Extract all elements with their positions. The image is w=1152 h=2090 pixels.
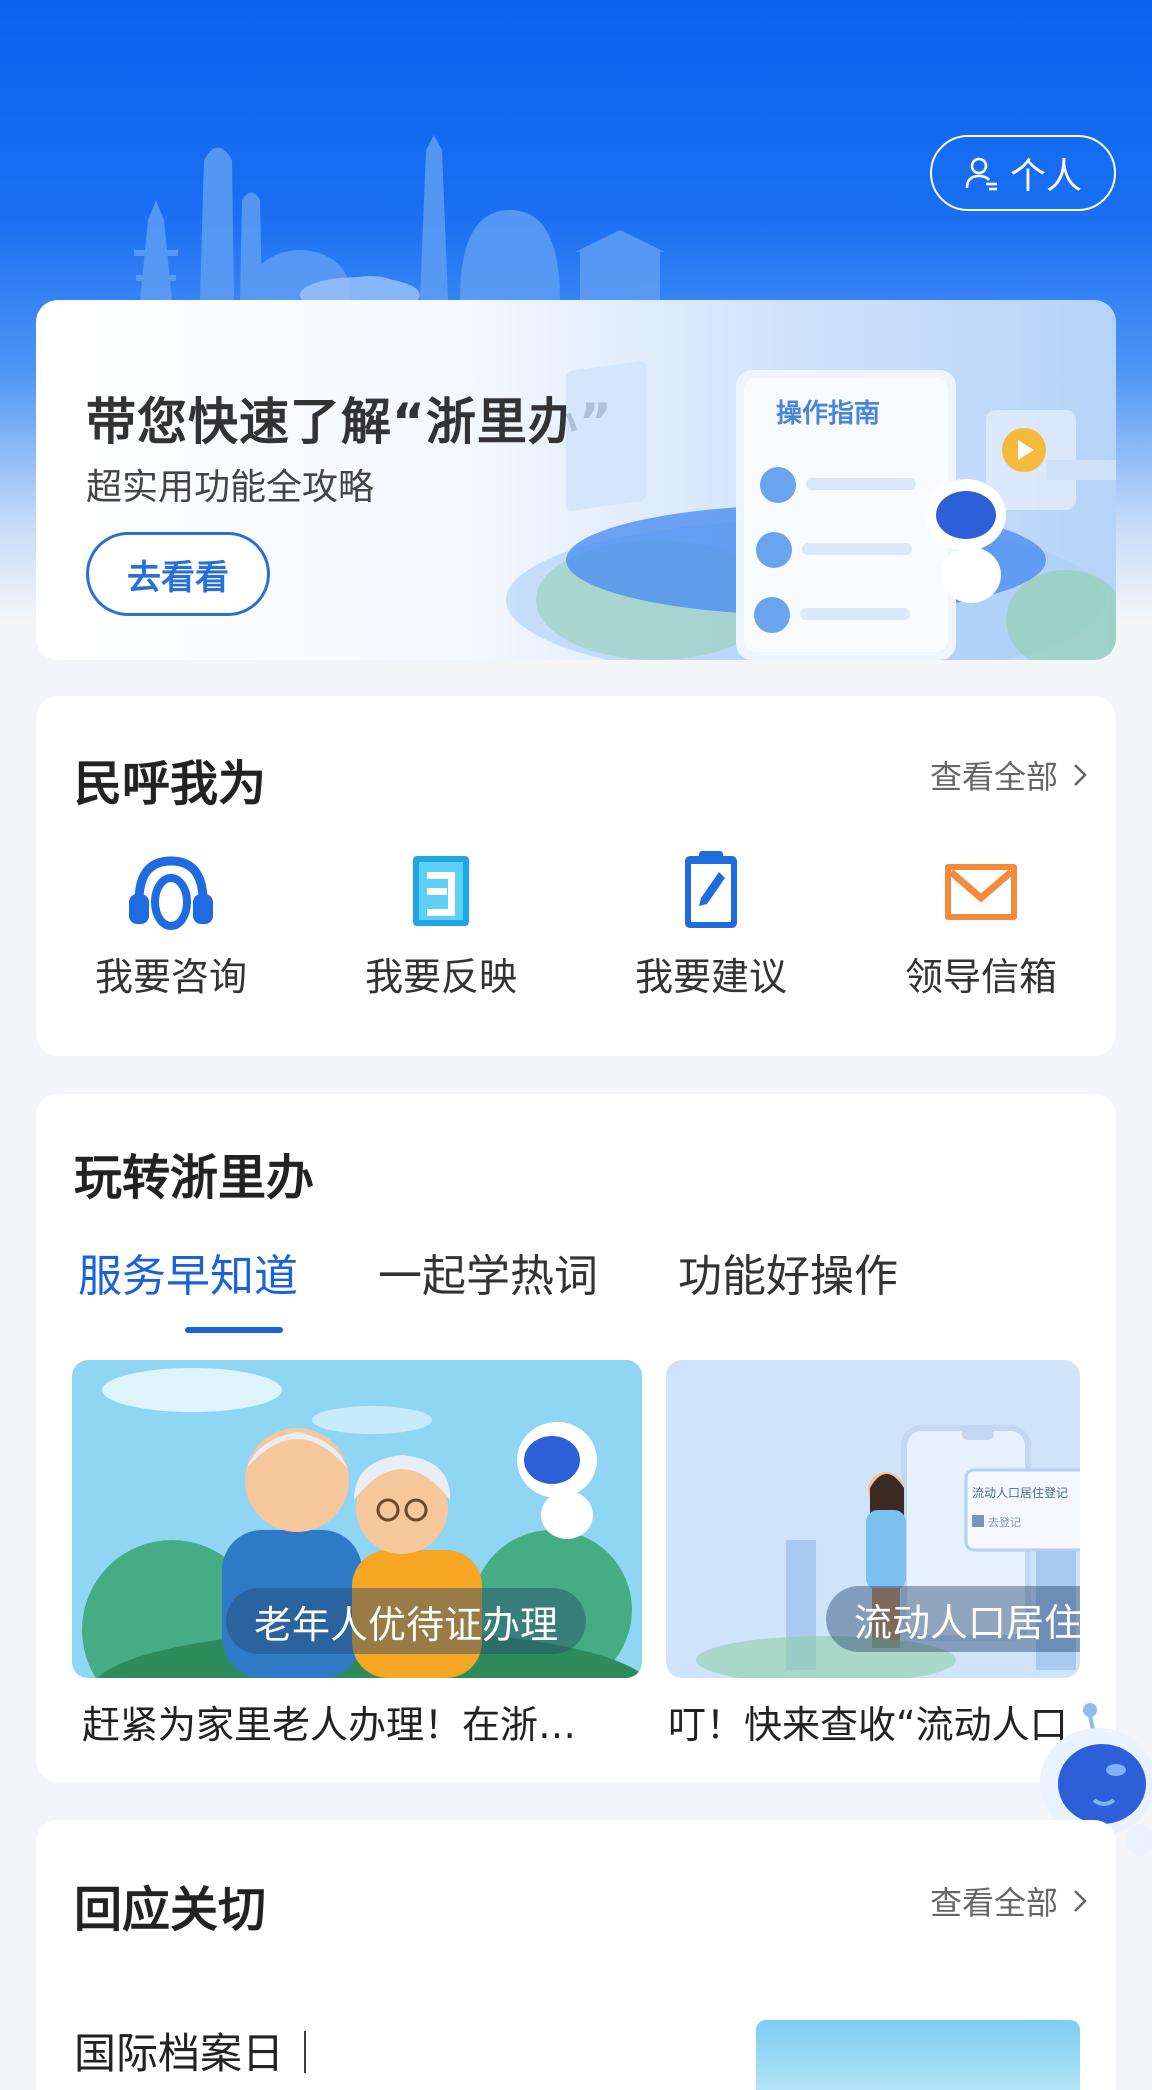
see-all-label: 查看全部 xyxy=(929,1884,1058,1922)
leader-mailbox-button[interactable]: 领导信箱 xyxy=(846,846,1116,1001)
guide-banner[interactable]: 带您快速了解“浙里办” 超实用功能全攻略 去看看 操作指南 xyxy=(36,300,1116,660)
report-button[interactable]: 我要反映 xyxy=(306,846,576,1001)
city-skyline-illustration xyxy=(134,135,665,300)
document-icon xyxy=(413,856,469,926)
minhu-title: 民呼我为 xyxy=(74,756,267,812)
suggest-label: 我要建议 xyxy=(634,955,787,999)
svg-text:操作指南: 操作指南 xyxy=(776,399,880,429)
headset-icon xyxy=(129,856,213,930)
response-title: 回应关切 xyxy=(74,1882,267,1938)
news-card-migrant-registration[interactable]: 流动人口居住登记 去登记 流动人口居住 xyxy=(666,1360,1080,1678)
response-item-thumbnail xyxy=(756,2020,1080,2090)
svg-text:流动人口居住登记: 流动人口居住登记 xyxy=(972,1485,1068,1500)
tab-service-preview[interactable]: 服务早知道 xyxy=(78,1240,298,1304)
news-desc: 叮！快来查收“流动人口 xyxy=(668,1703,1068,1747)
minhu-section: 民呼我为 查看全部 我要咨询 我要反映 我要建议 领导信箱 xyxy=(36,696,1116,1056)
suggest-button[interactable]: 我要建议 xyxy=(576,846,846,1001)
response-see-all-link[interactable]: 查看全部 xyxy=(930,1878,1088,1924)
mail-icon xyxy=(945,864,1017,920)
news-caption: 流动人口居住 xyxy=(826,1586,1080,1652)
play-title: 玩转浙里办 xyxy=(74,1150,315,1206)
consult-button[interactable]: 我要咨询 xyxy=(36,846,306,1001)
personal-label: 个人 xyxy=(1009,156,1082,197)
clipboard-pen-icon xyxy=(685,851,737,928)
user-icon xyxy=(965,157,997,191)
response-item-title[interactable]: 国际档案日｜ xyxy=(74,2020,326,2081)
minhu-see-all-link[interactable]: 查看全部 xyxy=(930,752,1088,798)
guide-illustration: 操作指南 xyxy=(506,361,1116,660)
active-tab-indicator xyxy=(185,1327,283,1333)
report-label: 我要反映 xyxy=(364,955,517,999)
news-caption: 老年人优待证办理 xyxy=(226,1588,587,1654)
leader-mailbox-label: 领导信箱 xyxy=(904,955,1057,999)
news-desc: 赶紧为家里老人办理！在浙… xyxy=(82,1703,577,1747)
see-all-label: 查看全部 xyxy=(929,758,1058,796)
guide-subtitle: 超实用功能全攻略 xyxy=(86,467,375,508)
consult-label: 我要咨询 xyxy=(94,955,247,999)
chevron-right-icon xyxy=(1074,764,1087,786)
tab-function-guide[interactable]: 功能好操作 xyxy=(678,1240,898,1304)
news-card-elderly[interactable]: 老年人优待证办理 xyxy=(72,1360,642,1678)
play-tabs: 服务早知道 一起学热词 功能好操作 xyxy=(78,1240,978,1304)
personal-button[interactable]: 个人 xyxy=(930,135,1116,211)
chevron-right-icon xyxy=(1074,1890,1087,1912)
go-see-button[interactable]: 去看看 xyxy=(86,532,270,616)
svg-text:去登记: 去登记 xyxy=(988,1515,1021,1529)
tab-hot-words[interactable]: 一起学热词 xyxy=(378,1240,598,1304)
